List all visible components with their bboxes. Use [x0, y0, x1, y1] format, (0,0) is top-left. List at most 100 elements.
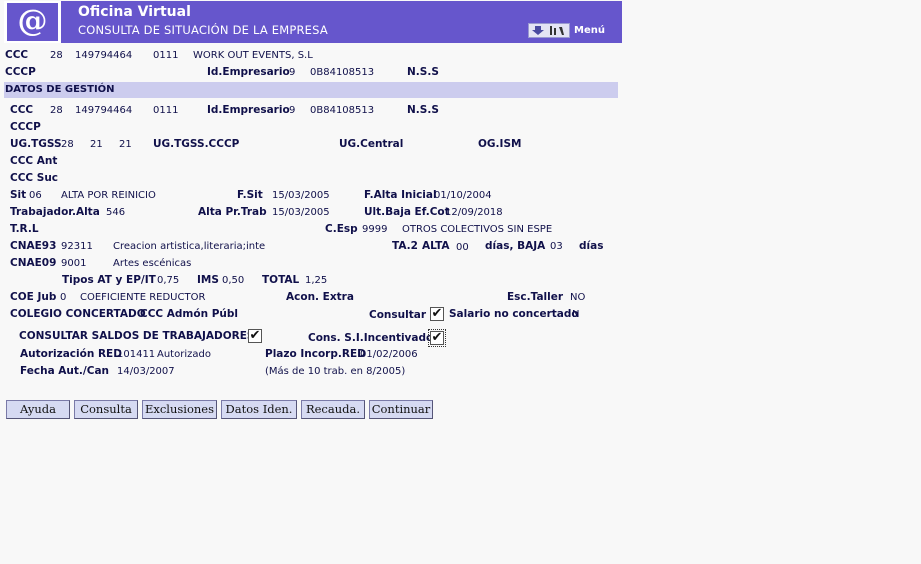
mas-trab-note: (Más de 10 trab. en 8/2005) [265, 366, 406, 377]
ccc-admon-label: CCC Admón Públ [140, 308, 238, 320]
trl-label: T.R.L [10, 223, 39, 235]
dias-label: días [579, 240, 604, 252]
ugtgss-value-3: 21 [119, 139, 132, 150]
coe-jub-desc: COEFICIENTE REDUCTOR [80, 292, 206, 303]
alta-label: ALTA [422, 240, 450, 252]
plazo-value: 01/02/2006 [360, 349, 418, 360]
cnae93-label: CNAE93 [10, 240, 57, 252]
app-title: Oficina Virtual [78, 4, 191, 20]
acon-extra-label: Acon. Extra [286, 291, 354, 303]
download-arrow-icon [532, 25, 544, 35]
cnae09-desc: Artes escénicas [113, 258, 192, 269]
baja-value: 03 [550, 241, 563, 252]
coe-jub-label: COE Jub [10, 291, 57, 303]
consultar-saldos-checkbox[interactable]: ✔ [248, 329, 262, 343]
tools-icon [550, 25, 564, 35]
cccp-label: CCCP [5, 66, 36, 78]
gestion-id-empresario-value-1: 9 [289, 105, 296, 116]
id-empresario-label: Id.Empresario [207, 66, 290, 78]
falta-inicial-label: F.Alta Inicial [364, 189, 437, 201]
consultar-checkbox[interactable]: ✔ [430, 307, 444, 321]
menu-icons[interactable] [528, 22, 570, 38]
total-label: TOTAL [262, 274, 300, 286]
company-name: WORK OUT EVENTS, S.L [193, 50, 313, 61]
id-empresario-value-1: 9 [289, 67, 296, 78]
nss-label: N.S.S [407, 66, 439, 78]
menu-label[interactable]: Menú [574, 25, 605, 36]
ayuda-button[interactable]: Ayuda [6, 400, 70, 419]
consulta-button[interactable]: Consulta [74, 400, 138, 419]
ccc-value-1: 28 [50, 50, 63, 61]
trabajador-alta-value: 546 [106, 207, 126, 218]
gestion-ccc-value-2: 149794464 [75, 105, 133, 116]
tipos-value: 0,75 [157, 275, 180, 286]
alta-prtrab-label: Alta Pr.Trab [198, 206, 267, 218]
coe-jub-code: 0 [60, 292, 67, 303]
cons-si-label: Cons. S.I.Incentivado [308, 332, 434, 344]
menu-button[interactable]: Menú [528, 22, 605, 38]
ugtgss-value-1: 28 [61, 139, 74, 150]
id-empresario-value-2: 0B84108513 [310, 67, 375, 78]
dias-baja-label: días, BAJA [485, 240, 546, 252]
ims-label: IMS [197, 274, 219, 286]
gestion-ccc-value-1: 28 [50, 105, 63, 116]
plazo-label: Plazo Incorp.RED [265, 348, 366, 360]
consultar-saldos-label: CONSULTAR SALDOS DE TRABAJADORES [19, 330, 255, 342]
ugtgss-label: UG.TGSS [10, 138, 62, 150]
cons-si-checkbox[interactable]: ✔ [428, 329, 446, 347]
sit-label: Sit [10, 189, 27, 201]
alta-value: 00 [456, 242, 469, 253]
checkmark-icon: ✔ [431, 330, 443, 345]
autorizacion-code: 101411 [117, 349, 156, 360]
recauda-button[interactable]: Recauda. [301, 400, 365, 419]
logo: @ [4, 1, 61, 43]
cnae93-desc: Creacion artistica,literaria;inte [113, 241, 266, 252]
datos-iden-button[interactable]: Datos Iden. [221, 400, 297, 419]
sit-code: 06 [29, 190, 42, 201]
tipos-label: Tipos AT y EP/IT [62, 274, 156, 286]
exclusiones-button[interactable]: Exclusiones [142, 400, 217, 419]
checkmark-icon: ✔ [249, 328, 261, 343]
esc-taller-label: Esc.Taller [507, 291, 564, 303]
alta-prtrab-value: 15/03/2005 [272, 207, 330, 218]
colegio-label: COLEGIO CONCERTADO [10, 308, 146, 320]
gestion-id-empresario-label: Id.Empresario [207, 104, 290, 116]
page-title: CONSULTA DE SITUACIÓN DE LA EMPRESA [78, 23, 328, 37]
salario-label: Salario no concertado [449, 308, 579, 320]
at-logo-icon: @ [7, 3, 58, 41]
ult-baja-label: Ult.Baja Ef.Cot [364, 206, 450, 218]
cnae09-label: CNAE09 [10, 257, 57, 269]
total-value: 1,25 [305, 275, 328, 286]
cnae93-code: 92311 [61, 241, 93, 252]
ccc-suc-label: CCC Suc [10, 172, 59, 184]
gestion-cccp-label: CCCP [10, 121, 41, 133]
fecha-aut-label: Fecha Aut./Can [20, 365, 110, 377]
autorizacion-label: Autorización RED [20, 348, 122, 360]
cesp-desc: OTROS COLECTIVOS SIN ESPE [402, 224, 553, 235]
cnae09-code: 9001 [61, 258, 87, 269]
gestion-ccc-value-3: 0111 [153, 105, 179, 116]
consultar-label: Consultar [369, 309, 427, 321]
ult-baja-value: 12/09/2018 [445, 207, 503, 218]
sit-desc: ALTA POR REINICIO [61, 190, 156, 201]
gestion-nss-label: N.S.S [407, 104, 439, 116]
esc-taller-value: NO [570, 292, 586, 303]
autorizacion-desc: Autorizado [157, 349, 211, 360]
ccc-value-2: 149794464 [75, 50, 133, 61]
ta2-label: TA.2 [392, 240, 418, 252]
cesp-label: C.Esp [325, 223, 358, 235]
ims-value: 0,50 [222, 275, 245, 286]
ugtgss-cccp-label: UG.TGSS.CCCP [153, 138, 240, 150]
ccc-value-3: 0111 [153, 50, 179, 61]
ugcentral-label: UG.Central [339, 138, 404, 150]
gestion-ccc-label: CCC [10, 104, 34, 116]
ccc-label: CCC [5, 49, 29, 61]
checkmark-icon: ✔ [431, 306, 443, 321]
continuar-button[interactable]: Continuar [369, 400, 433, 419]
ogism-label: OG.ISM [478, 138, 522, 150]
salario-value: N [572, 309, 580, 320]
ccc-ant-label: CCC Ant [10, 155, 58, 167]
trabajador-alta-label: Trabajador.Alta [10, 206, 100, 218]
fsit-label: F.Sit [237, 189, 263, 201]
gestion-id-empresario-value-2: 0B84108513 [310, 105, 375, 116]
